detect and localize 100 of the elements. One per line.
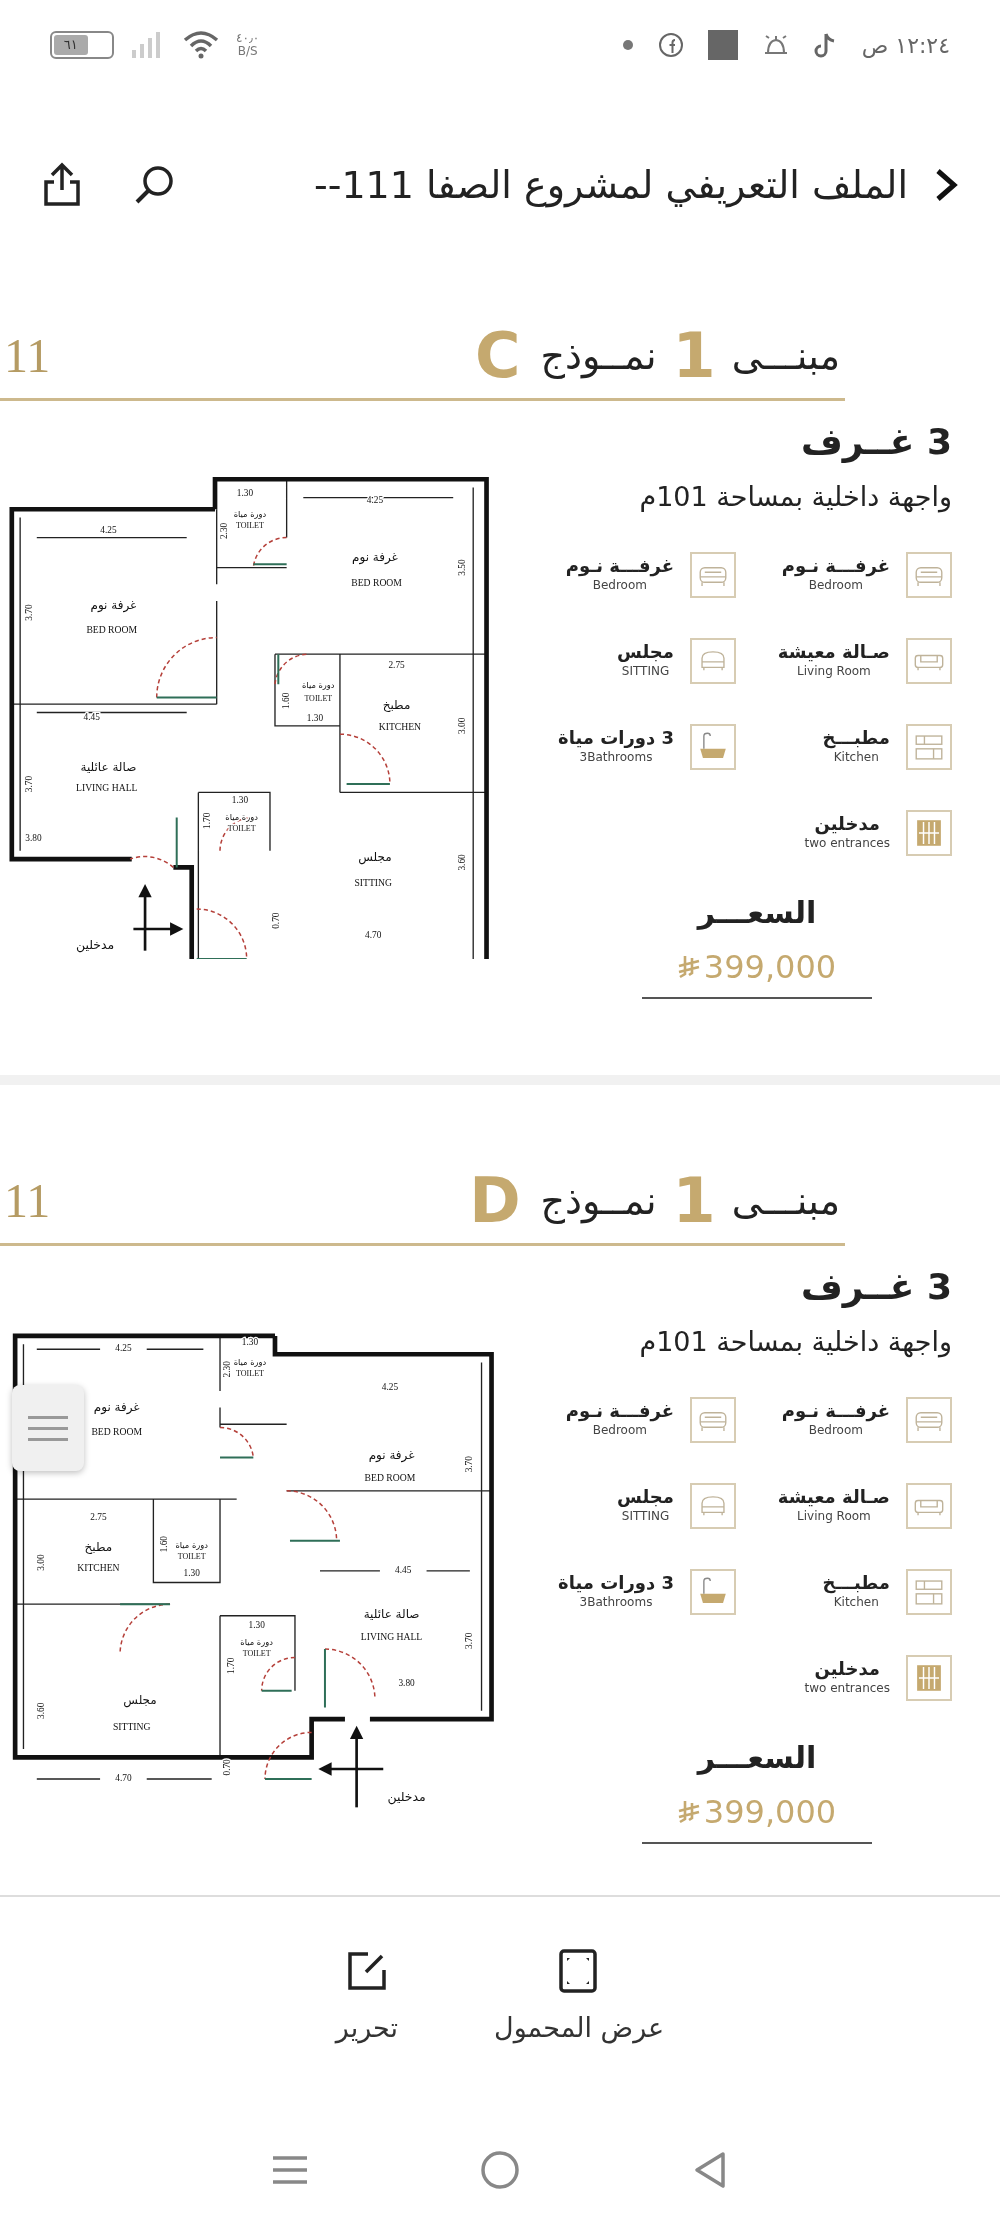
dimension-label: 3.60 (457, 854, 468, 871)
room-label: دورة مياة (240, 1636, 273, 1647)
bathtub-icon (690, 723, 736, 770)
room-label: مطبخ (84, 1540, 113, 1554)
room-label: TOILET (177, 1552, 206, 1562)
dimension-label: 3.70 (464, 1632, 474, 1649)
feature-name: مدخلين (813, 1657, 881, 1680)
feature-name: 3 دورات مياة (558, 1571, 674, 1594)
room-label: BED ROOM (86, 624, 138, 636)
room-label: TOILET (242, 1648, 271, 1658)
feature-caption: SITTING (620, 663, 671, 681)
dimension-label: 3.70 (24, 775, 35, 793)
bed-icon (906, 551, 952, 598)
feature-name: مطبـــخ (822, 1571, 890, 1594)
model-label: نمــوذج (540, 332, 657, 381)
sofa-icon (906, 1482, 952, 1529)
feature-caption: Kitchen (832, 749, 880, 767)
feature-name: مطبـــخ (822, 726, 890, 749)
feature-caption: SITTING (620, 1508, 671, 1526)
room-label: BED ROOM (364, 1472, 416, 1484)
dimension-label: 2.30 (219, 522, 230, 540)
room-label: دورة مياة (233, 1357, 267, 1368)
clock: ١٢:٢٤ ص (861, 31, 950, 60)
feature-name: مجلس (617, 640, 674, 663)
dimension-label: 3.00 (457, 717, 468, 734)
dimension-label: 4.45 (83, 711, 100, 722)
edit-button[interactable]: تحرير (335, 1948, 399, 2049)
room-label: دورة مياة (225, 811, 258, 822)
room-label: صالة عائلية (80, 759, 137, 774)
area-description: واجهة داخلية بمساحة 101م (638, 1325, 952, 1360)
entrance-arrow-icon (318, 1725, 384, 1808)
room-label: KITCHEN (77, 1562, 120, 1574)
dimension-label: 1.60 (280, 692, 291, 709)
feature-caption: Bedroom (807, 1422, 864, 1440)
sofa-icon (906, 637, 952, 684)
room-label: غرفة نوم (90, 598, 137, 613)
battery-icon: ٦١ (50, 31, 114, 59)
mobile-view-button[interactable]: عرض المحمول (494, 1948, 665, 2049)
bed-icon (690, 551, 736, 598)
room-label: TOILET (236, 520, 264, 530)
page-number: 11 (4, 1173, 51, 1229)
room-label: مجلس (358, 849, 392, 864)
room-label: TOILET (236, 1369, 264, 1379)
room-label: مجلس (123, 1693, 157, 1708)
building-label: مبنـــى (731, 1177, 840, 1225)
feature-caption: 3Bathrooms (578, 1594, 654, 1612)
price-label: السعـــر (695, 893, 818, 932)
dimension-label: 1.30 (231, 794, 249, 805)
room-label: SITTING (354, 877, 393, 889)
room-label: KITCHEN (378, 720, 422, 732)
document-title: الملف التعريفي لمشروع الصفا 111-- (314, 161, 908, 210)
dimension-label: 3.60 (35, 1702, 46, 1719)
dimension-label: 2.75 (388, 660, 405, 670)
dimension-label: 4.25 (381, 1381, 399, 1392)
area-description: واجهة داخلية بمساحة 101م (638, 480, 952, 515)
feature-caption: Bedroom (591, 577, 648, 595)
dimension-label: 3.70 (464, 1456, 474, 1473)
page-number: 11 (4, 328, 51, 384)
dimension-label: 3.70 (24, 604, 35, 621)
room-label: LIVING HALL (360, 1630, 423, 1642)
room-label: غرفة نوم (93, 1400, 140, 1415)
armchair-icon (690, 1482, 736, 1529)
room-label: TOILET (304, 694, 333, 703)
entrance-arrow-icon (133, 884, 184, 951)
room-label: BED ROOM (351, 577, 402, 589)
dimension-label: 1.60 (159, 1536, 170, 1553)
dimension-label: 1.30 (306, 713, 324, 724)
home-icon[interactable] (480, 2149, 520, 2190)
notification-dot-icon (621, 39, 634, 51)
dimension-label: 1.70 (225, 1657, 236, 1674)
price-value: 399,000 (703, 1791, 837, 1833)
room-label: دورة مياة (302, 680, 335, 691)
bathtub-icon (690, 1568, 736, 1615)
entrance-label: مدخلين (75, 937, 115, 953)
model-letter: C (475, 325, 521, 387)
building-number: 1 (672, 1170, 716, 1232)
feature-name: غرفـــة نـوم (565, 554, 674, 577)
door-icon (906, 1654, 952, 1701)
model-label: نمــوذج (540, 1177, 657, 1226)
dimension-label: 4.70 (115, 1773, 132, 1784)
feature-name: غرفـــة نـوم (565, 1399, 674, 1422)
price-label: السعـــر (695, 1738, 818, 1777)
bed-icon (906, 1396, 952, 1443)
facebook-icon (657, 32, 684, 58)
dimension-label: 3.80 (398, 1678, 415, 1689)
dimension-label: 4.25 (100, 525, 117, 536)
dimension-label: 1.30 (236, 488, 254, 499)
dimension-label: 4.70 (365, 929, 382, 940)
dimension-label: 1.30 (241, 1336, 259, 1347)
scroll-handle[interactable] (12, 1385, 84, 1471)
dimension-label: 3.80 (25, 833, 42, 844)
dimension-label: 4.25 (366, 495, 384, 506)
dimension-label: 0.70 (222, 1759, 233, 1776)
dimension-label: 2.30 (222, 1361, 233, 1378)
room-label: LIVING HALL (76, 782, 138, 794)
room-label: مطبخ (382, 698, 411, 713)
room-label: صالة عائلية (363, 1606, 420, 1621)
feature-name: غرفـــة نـوم (781, 1399, 890, 1422)
building-number: 1 (672, 325, 716, 387)
feature-name: صـالة معيشة (777, 640, 890, 663)
